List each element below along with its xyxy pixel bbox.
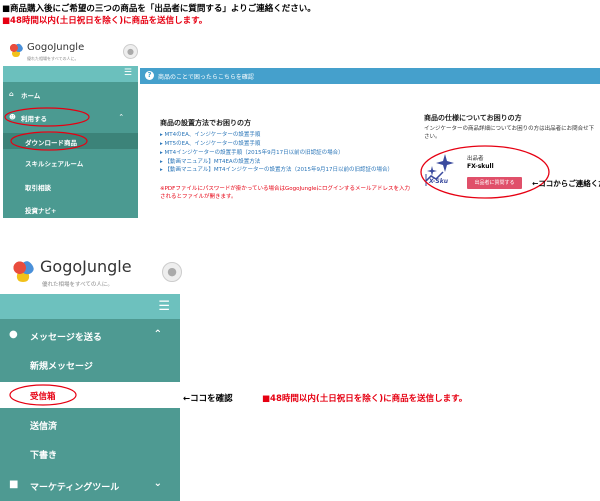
logo-tagline: 優れた相場をすべての人に。	[42, 282, 113, 288]
sidebar-section-label: メッセージを送る	[30, 333, 102, 343]
folder-icon: ■	[9, 479, 19, 490]
logo-bar: GogoJungle 優れた相場をすべての人に。 ●	[0, 250, 182, 294]
setup-link[interactable]: ▸ 【動画マニュアル】MT4EAの設置方法	[160, 157, 260, 165]
sidebar-item-label: スキルシェアルーム	[25, 160, 84, 168]
instruction-line-1: ■商品購入後にご希望の三つの商品を「出品者に質問する」よりご連絡ください。	[2, 4, 316, 14]
chevron-up-icon: ⌃	[153, 329, 162, 340]
sidebar-item-new-message[interactable]: 新規メッセージ	[0, 354, 180, 376]
setup-link-text: MT4インジケーターの設置手順（2015年9月17日以前の旧認証の場合）	[164, 150, 344, 156]
chevron-up-icon: ⌃	[118, 113, 124, 121]
logo-tagline: 優れた相場をすべての人に。	[27, 56, 79, 61]
highlight-ellipse	[4, 107, 90, 127]
highlight-ellipse	[10, 131, 88, 151]
help-banner-text: 商品のことで困ったらこちらを確認	[158, 74, 254, 81]
sidebar-item-drafts[interactable]: 下書き	[0, 443, 180, 465]
sidebar-item-skillshare[interactable]: スキルシェアルーム	[3, 158, 138, 172]
logo-text[interactable]: GogoJungle	[40, 257, 132, 276]
setup-link[interactable]: ▸ MT5のEA、インジケーターの設置手順	[160, 139, 260, 147]
sidebar-item-home[interactable]: ⌂ ホーム	[3, 90, 138, 104]
screenshot-message-menu: GogoJungle 優れた相場をすべての人に。 ● ☰ ● メッセージを送る …	[0, 250, 600, 501]
contact-callout: ←ココからご連絡ください	[532, 179, 600, 188]
sidebar-item-trade-consult[interactable]: 取引相談	[3, 182, 138, 196]
setup-link-text: 【動画マニュアル】MT4インジケーターの設置方法（2015年9月17日以前の旧認…	[164, 167, 393, 173]
setup-link-text: MT4のEA、インジケーターの設置手順	[164, 132, 261, 138]
chevron-down-icon: ⌄	[153, 478, 162, 489]
setup-link[interactable]: ▸ MT4のEA、インジケーターの設置手順	[160, 130, 260, 138]
sidebar-item-label: 新規メッセージ	[30, 362, 93, 372]
delivery-callout: ■48時間以内(土日祝日を除く)に商品を送信します。	[262, 394, 468, 404]
chat-bubble-icon: ●	[9, 329, 18, 340]
sidebar-section-marketing-tools[interactable]: ■ マーケティングツール ⌄	[0, 475, 180, 497]
hamburger-icon[interactable]: ☰	[124, 69, 132, 78]
home-icon: ⌂	[9, 90, 14, 98]
pdf-password-note: ※PDFファイルにパスワードが掛かっている場合はGogoJungleにログインす…	[160, 186, 411, 200]
highlight-ellipse	[420, 145, 550, 199]
sidebar-item-invest-navi[interactable]: 投資ナビ+	[3, 205, 138, 218]
setup-link-text: MT5のEA、インジケーターの設置手順	[164, 141, 261, 147]
setup-section-title: 商品の設置方法でお困りの方	[160, 119, 251, 127]
inbox-callout: ←ココを確認	[183, 394, 233, 404]
user-avatar-icon[interactable]: ●	[162, 262, 182, 282]
logo-icon	[9, 43, 23, 57]
spec-section-title: 商品の仕様についてお困りの方	[424, 114, 522, 122]
logo-bar: GogoJungle 優れた相場をすべての人に。 ●	[3, 38, 138, 66]
logo-text[interactable]: GogoJungle	[27, 42, 84, 53]
instruction-line-2: ■48時間以内(土日祝日を除く)に商品を送信します。	[2, 16, 208, 26]
hamburger-icon[interactable]: ☰	[158, 300, 170, 313]
menu-bar: ☰	[0, 294, 180, 319]
sidebar-section-label: マーケティングツール	[30, 483, 120, 493]
sidebar-item-label: ホーム	[21, 92, 41, 100]
setup-link[interactable]: ▸ 【動画マニュアル】MT4インジケーターの設置方法（2015年9月17日以前の…	[160, 166, 410, 174]
user-avatar-icon[interactable]: ●	[123, 44, 138, 59]
sidebar: GogoJungle 優れた相場をすべての人に。 ● ☰ ● メッセージを送る …	[0, 250, 182, 501]
question-icon: ?	[145, 71, 154, 80]
sidebar-section-send-message[interactable]: ● メッセージを送る ⌃	[0, 325, 180, 347]
logo-icon	[12, 260, 34, 282]
sidebar-item-label: 投資ナビ+	[25, 207, 57, 215]
screenshot-download-page: GogoJungle 優れた相場をすべての人に。 ● ☰ ⌂ ホーム ☻ 利用す…	[0, 38, 600, 218]
menu-bar: ☰	[3, 66, 138, 82]
setup-link-text: 【動画マニュアル】MT4EAの設置方法	[164, 159, 261, 165]
main-content: ? 商品のことで困ったらこちらを確認 商品の設置方法でお困りの方 ▸ MT4のE…	[140, 38, 600, 218]
sidebar-item-label: 下書き	[30, 451, 58, 461]
spec-description: インジケーターの商品詳細についてお困りの方は出品者にお問合せ下さい。	[424, 126, 595, 140]
highlight-ellipse	[9, 384, 77, 406]
help-banner[interactable]: ? 商品のことで困ったらこちらを確認	[140, 68, 600, 84]
setup-link[interactable]: ▸ MT4インジケーターの設置手順（2015年9月17日以前の旧認証の場合）	[160, 148, 344, 156]
sidebar: GogoJungle 優れた相場をすべての人に。 ● ☰ ⌂ ホーム ☻ 利用す…	[3, 38, 138, 218]
sidebar-item-label: 送信済	[30, 422, 58, 432]
sidebar-item-sent[interactable]: 送信済	[0, 414, 180, 436]
sidebar-item-label: 取引相談	[25, 184, 51, 192]
